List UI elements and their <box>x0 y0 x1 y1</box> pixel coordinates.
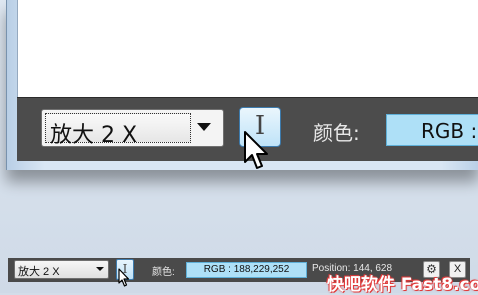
chevron-down-icon[interactable] <box>197 123 211 131</box>
color-label: 颜色: <box>152 267 175 278</box>
desktop: 放大 2 X I 颜色: RGB : 1 放大 2 X I 颜色: RGB : … <box>0 0 478 295</box>
magnified-cursor-icon <box>244 131 268 169</box>
rgb-value: RGB : 188,229,252 <box>203 264 290 275</box>
zoom-select-value: 放大 2 X <box>18 266 60 278</box>
magnified-rgb-field: RGB : 1 <box>386 114 478 146</box>
magnified-canvas <box>17 0 478 97</box>
magnified-zoom-select[interactable]: 放大 2 X <box>41 109 224 148</box>
magnified-zoom-select-focus: 放大 2 X <box>45 113 191 148</box>
zoom-select[interactable]: 放大 2 X <box>14 260 109 279</box>
magnified-rgb-value: RGB : 1 <box>421 119 478 143</box>
magnified-zoom-select-value: 放大 2 X <box>50 123 138 148</box>
magnified-color-label: 颜色: <box>313 121 360 145</box>
site-watermark: 快吧软件 Fast8.com <box>327 275 478 295</box>
magnified-window-frame: 放大 2 X I 颜色: RGB : 1 <box>6 0 478 170</box>
cursor-icon <box>118 268 130 287</box>
rgb-field: RGB : 188,229,252 <box>186 262 307 278</box>
chevron-down-icon[interactable] <box>96 267 104 271</box>
